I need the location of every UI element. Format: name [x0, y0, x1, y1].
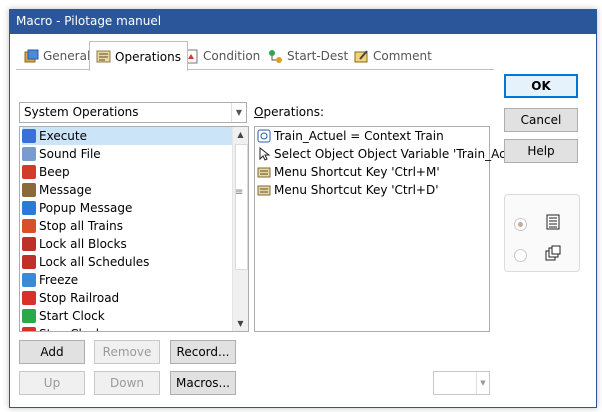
- list-item-label: Lock all Blocks: [39, 237, 127, 251]
- stack-view-icon: [545, 245, 561, 264]
- scroll-down-icon[interactable]: ▼: [233, 316, 248, 331]
- list-item[interactable]: Select Object Object Variable 'Train_Act…: [257, 145, 532, 163]
- tab-label: General: [43, 49, 91, 63]
- list-item[interactable]: Menu Shortcut Key 'Ctrl+D': [257, 181, 439, 199]
- cursor-icon: [257, 146, 271, 161]
- list-item[interactable]: Sound File: [22, 145, 232, 163]
- general-icon: [24, 49, 39, 64]
- operation-label: Menu Shortcut Key 'Ctrl+D': [274, 183, 439, 197]
- tab-label: Condition: [203, 49, 261, 63]
- tab-label: Comment: [373, 49, 432, 63]
- view-mode-group: [504, 194, 580, 272]
- down-button[interactable]: Down: [94, 371, 160, 395]
- scroll-thumb[interactable]: [235, 144, 248, 270]
- tab-divider: [16, 69, 494, 70]
- list-item-label: Sound File: [39, 147, 101, 161]
- tab-label: Operations: [115, 49, 181, 64]
- stop-railroad-icon: [22, 291, 36, 305]
- list-item[interactable]: Message: [22, 181, 232, 199]
- tab-general[interactable]: General: [18, 43, 96, 69]
- ok-button[interactable]: OK: [504, 74, 578, 98]
- list-item[interactable]: Stop Railroad: [22, 289, 232, 307]
- list-item-label: Stop Railroad: [39, 291, 120, 305]
- radio-stack-view[interactable]: [514, 249, 527, 262]
- stop-trains-icon: [22, 219, 36, 233]
- list-item[interactable]: Start Clock: [22, 307, 232, 325]
- list-item-label: Beep: [39, 165, 70, 179]
- list-item[interactable]: Popup Message: [22, 199, 232, 217]
- up-button[interactable]: Up: [19, 371, 85, 395]
- operation-label: Select Object Object Variable 'Train_Act…: [274, 147, 533, 161]
- tab-label: Start-Dest: [287, 49, 349, 63]
- add-button[interactable]: Add: [19, 340, 85, 364]
- message-icon: [22, 183, 36, 197]
- vertical-scrollbar[interactable]: ▲ ≡ ▼: [232, 127, 248, 331]
- radio-list-view[interactable]: [514, 218, 527, 231]
- scroll-up-icon[interactable]: ▲: [233, 127, 248, 142]
- tab-condition[interactable]: Condition: [178, 43, 266, 69]
- list-item-label: Lock all Schedules: [39, 255, 150, 269]
- operation-label: Train_Actuel = Context Train: [274, 129, 444, 143]
- list-item[interactable]: Lock all Blocks: [22, 235, 232, 253]
- macro-dialog: Macro - Pilotage manuel General Operatio…: [9, 9, 597, 408]
- comment-icon: [354, 49, 369, 64]
- freeze-icon: [22, 273, 36, 287]
- operations-list[interactable]: Train_Actuel = Context Train Select Objec…: [254, 126, 532, 332]
- variable-icon: [257, 129, 271, 143]
- category-select-value: System Operations: [24, 105, 139, 119]
- popup-message-icon: [22, 201, 36, 215]
- grip-icon: ≡: [235, 187, 244, 198]
- tab-strip: General Operations Condition Start-Dest …: [10, 41, 500, 71]
- category-select[interactable]: System Operations ▼: [19, 102, 247, 123]
- list-item[interactable]: Stop Clock: [22, 325, 232, 331]
- help-button[interactable]: Help: [504, 139, 578, 163]
- tab-comment[interactable]: Comment: [348, 43, 438, 69]
- start-clock-icon: [22, 309, 36, 323]
- list-item-label: Execute: [39, 129, 87, 143]
- remove-button[interactable]: Remove: [94, 340, 160, 364]
- macros-button[interactable]: Macros...: [170, 371, 236, 395]
- list-item-label: Start Clock: [39, 309, 105, 323]
- list-item[interactable]: Menu Shortcut Key 'Ctrl+M': [257, 163, 440, 181]
- list-view-icon: [545, 214, 561, 233]
- list-item[interactable]: Stop all Trains: [22, 217, 232, 235]
- stop-clock-icon: [22, 327, 36, 331]
- chevron-down-icon[interactable]: ▼: [231, 103, 246, 122]
- list-item[interactable]: Lock all Schedules: [22, 253, 232, 271]
- keyboard-icon: [257, 183, 271, 197]
- window-title: Macro - Pilotage manuel: [16, 14, 162, 28]
- operations-icon: [96, 49, 111, 64]
- list-item-label: Stop Clock: [39, 327, 103, 331]
- list-item[interactable]: Freeze: [22, 271, 232, 289]
- tab-start-dest[interactable]: Start-Dest: [262, 43, 354, 69]
- cancel-button[interactable]: Cancel: [504, 108, 578, 132]
- record-button[interactable]: Record...: [170, 340, 236, 364]
- list-item-label: Freeze: [39, 273, 79, 287]
- list-item[interactable]: Execute: [22, 127, 232, 145]
- small-dropdown[interactable]: ▼: [433, 371, 490, 395]
- list-item-label: Message: [39, 183, 92, 197]
- list-item[interactable]: Train_Actuel = Context Train: [257, 127, 444, 145]
- start-dest-icon: [268, 49, 283, 64]
- lock-schedules-icon: [22, 255, 36, 269]
- chevron-down-icon[interactable]: ▼: [476, 372, 489, 394]
- keyboard-icon: [257, 165, 271, 179]
- list-item-label: Popup Message: [39, 201, 133, 215]
- tab-operations[interactable]: Operations: [89, 41, 188, 71]
- list-item-label: Stop all Trains: [39, 219, 123, 233]
- execute-icon: [22, 129, 36, 143]
- beep-icon: [22, 165, 36, 179]
- operation-label: Menu Shortcut Key 'Ctrl+M': [274, 165, 440, 179]
- lock-blocks-icon: [22, 237, 36, 251]
- available-operations-list[interactable]: Execute Sound File Beep Message Popup Messag…: [19, 126, 249, 332]
- operations-label: Operations:: [254, 105, 325, 119]
- list-item[interactable]: Beep: [22, 163, 232, 181]
- sound-file-icon: [22, 147, 36, 161]
- title-bar[interactable]: Macro - Pilotage manuel: [10, 10, 596, 34]
